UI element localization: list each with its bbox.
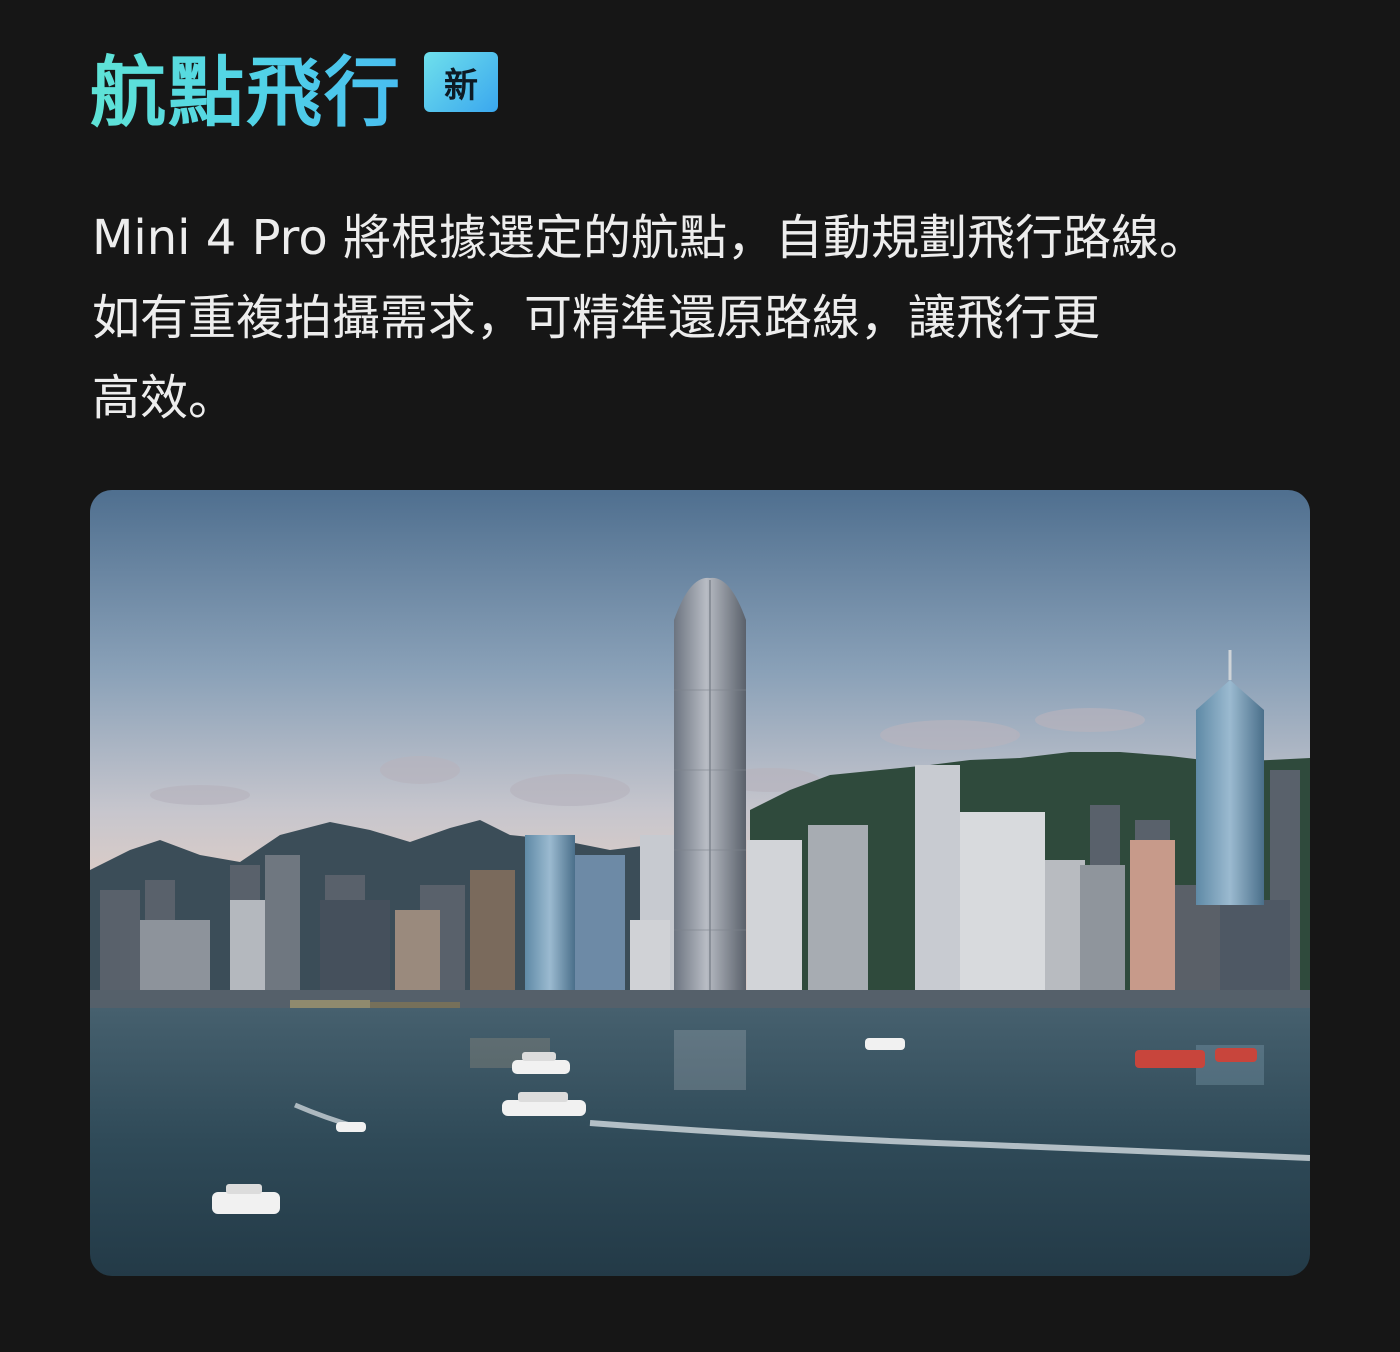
description-line: 高效。 xyxy=(92,370,237,426)
skyline-illustration xyxy=(90,490,1310,1276)
description-line: 如有重複拍攝需求，可精準還原路線，讓飛行更 xyxy=(92,290,1101,346)
feature-description: Mini 4 Pro 將根據選定的航點，自動規劃飛行路線。 如有重複拍攝需求，可… xyxy=(92,198,1292,438)
harbor-skyline-photo xyxy=(90,490,1310,1276)
main-tower xyxy=(674,577,746,1000)
section-header: 航點飛行 新 xyxy=(90,48,498,138)
description-line: Mini 4 Pro 將根據選定的航點，自動規劃飛行路線。 xyxy=(92,210,1207,266)
new-badge: 新 xyxy=(424,52,498,112)
section-title: 航點飛行 xyxy=(90,48,402,137)
